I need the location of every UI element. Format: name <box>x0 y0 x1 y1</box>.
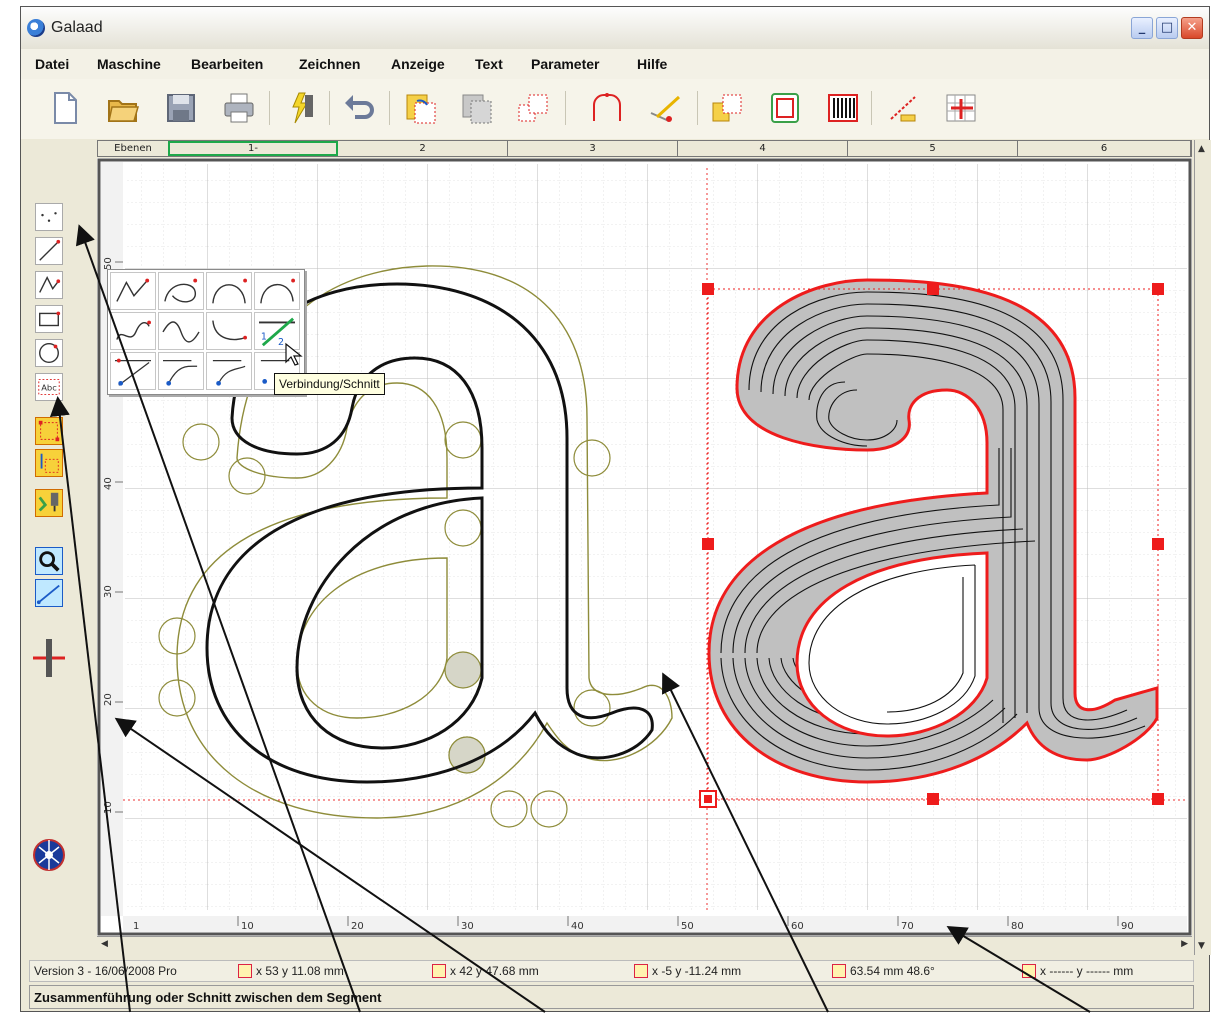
annotation-arrows <box>49 224 1091 1013</box>
